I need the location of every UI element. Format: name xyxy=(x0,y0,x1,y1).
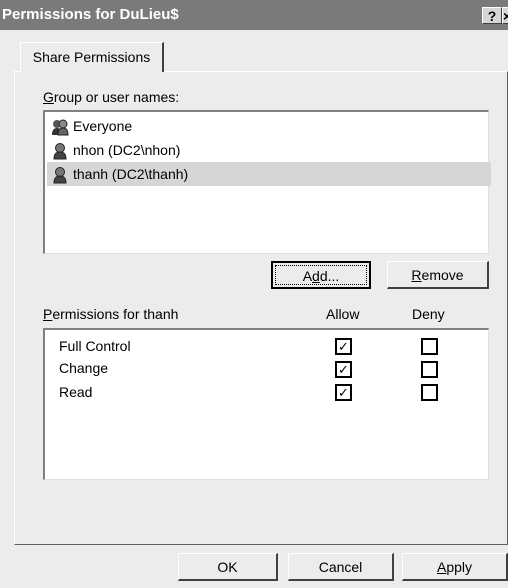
add-button[interactable]: Add... xyxy=(271,261,371,289)
list-item-nhon[interactable]: nhon (DC2\nhon) xyxy=(51,138,180,162)
user-icon xyxy=(53,167,67,184)
permissions-list: Full Control Change Read ✓ ✓ ✓ xyxy=(43,328,489,480)
window-title: Permissions for DuLieu$ xyxy=(2,6,179,23)
group-or-user-names-label: Group or user names: xyxy=(43,89,180,105)
user-list[interactable]: Everyone nhon (DC2\nhon) thanh (DC2\than… xyxy=(43,110,491,254)
deny-column-header: Deny xyxy=(412,306,445,322)
close-button[interactable]: × xyxy=(502,7,508,24)
deny-full-control-checkbox[interactable] xyxy=(421,338,438,355)
list-item-thanh[interactable]: thanh (DC2\thanh) xyxy=(47,162,491,186)
tab-panel: Group or user names: Everyone nhon (DC2\… xyxy=(14,71,508,545)
user-name: Everyone xyxy=(73,118,133,134)
group-icon xyxy=(52,119,69,136)
permission-row-full-control: Full Control xyxy=(59,338,131,354)
allow-column-header: Allow xyxy=(326,306,360,322)
deny-read-checkbox[interactable] xyxy=(421,384,438,401)
deny-change-checkbox[interactable] xyxy=(421,361,438,378)
permissions-dialog: Permissions for DuLieu$ ? × Share Permis… xyxy=(0,0,508,588)
user-icon xyxy=(53,143,67,160)
ok-button[interactable]: OK xyxy=(178,553,278,581)
list-item-everyone[interactable]: Everyone xyxy=(51,114,132,138)
permission-row-read: Read xyxy=(59,384,93,400)
remove-button[interactable]: Remove xyxy=(387,261,489,289)
allow-read-checkbox[interactable]: ✓ xyxy=(335,384,352,401)
permission-row-change: Change xyxy=(59,360,109,376)
cancel-button[interactable]: Cancel xyxy=(288,553,394,581)
dialog-buttons: OK Cancel Apply xyxy=(0,545,508,588)
allow-full-control-checkbox[interactable]: ✓ xyxy=(335,338,352,355)
tab-share-permissions[interactable]: Share Permissions xyxy=(20,42,164,72)
permissions-for-label: Permissions for thanh xyxy=(43,306,179,322)
allow-change-checkbox[interactable]: ✓ xyxy=(335,361,352,378)
help-button[interactable]: ? xyxy=(482,7,502,24)
user-name: thanh (DC2\thanh) xyxy=(73,166,189,182)
user-name: nhon (DC2\nhon) xyxy=(73,142,181,158)
apply-button[interactable]: Apply xyxy=(402,553,508,581)
title-bar: Permissions for DuLieu$ ? × xyxy=(0,0,508,30)
